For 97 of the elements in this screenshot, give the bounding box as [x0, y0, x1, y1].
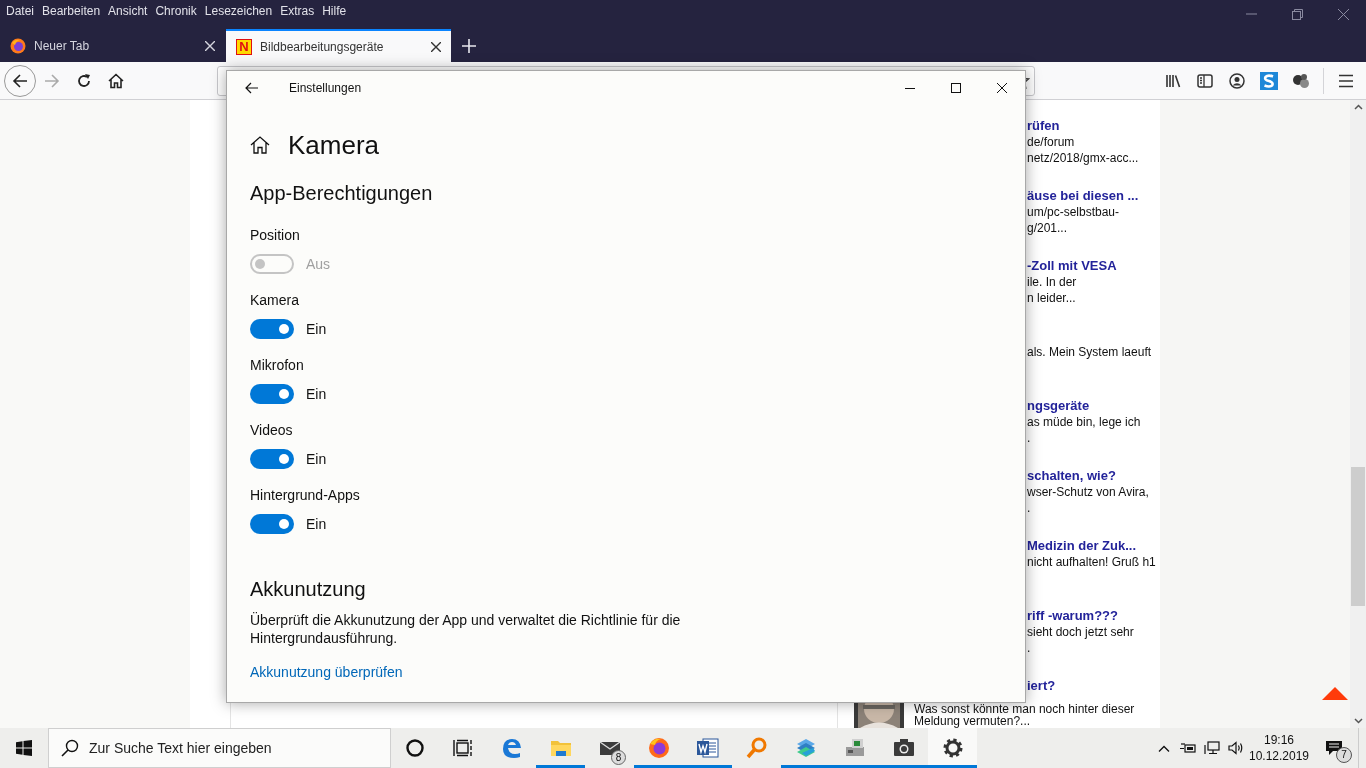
toggle-label: Hintergrund-Apps: [250, 486, 361, 505]
post-excerpt: .: [1027, 500, 1032, 516]
search-field[interactable]: Zur Suche Text hier eingeben: [48, 728, 391, 768]
count-badge: 8: [611, 750, 626, 765]
close-icon: [997, 83, 1007, 93]
scroll-up-icon[interactable]: [1353, 104, 1363, 110]
maximize-icon: [951, 83, 961, 93]
document-icon: [695, 736, 720, 760]
post-excerpt: g/201...: [1027, 220, 1069, 236]
library-icon: [1165, 72, 1181, 89]
battery-link[interactable]: Akkunutzung überprüfen: [250, 662, 403, 682]
clock[interactable]: 19:16 10.12.2019: [1248, 728, 1310, 768]
forward-arrow-icon: [44, 72, 60, 89]
back-arrow-icon: [244, 82, 258, 94]
menu-item[interactable]: Chronik: [151, 0, 201, 22]
post-title-link[interactable]: riff -warum???: [1027, 607, 1159, 624]
close-icon[interactable]: [431, 41, 441, 52]
post-excerpt: nicht aufhalten! Gruß h1: [1027, 554, 1157, 570]
plus-icon: [462, 39, 476, 53]
post-excerpt: ile. In der: [1027, 274, 1078, 290]
toggle-label: Position: [250, 226, 301, 245]
taskbar-app[interactable]: 8: [585, 728, 634, 768]
circle-icon: [406, 739, 424, 757]
menu-item[interactable]: Extras: [276, 0, 319, 22]
post-title-link[interactable]: ngsgeräte: [1027, 397, 1159, 414]
favicon-icon: N: [236, 38, 252, 55]
post-title-link[interactable]: -Zoll mit VESA: [1027, 257, 1159, 274]
post-title-link[interactable]: rüfen: [1027, 117, 1159, 134]
toggle-switch[interactable]: [250, 384, 294, 404]
account-icon: [1229, 72, 1245, 89]
home-icon: [108, 72, 124, 89]
menu-item[interactable]: Lesezeichen: [200, 0, 277, 22]
description-text: Überprüft die Akkunutzung der App und verwaltet die Richtlinie für die Hintergrundausführung.: [250, 611, 682, 647]
scrollbar-thumb[interactable]: [1351, 467, 1365, 606]
browser-tab[interactable]: Neuer Tab: [0, 29, 225, 62]
post-title-link[interactable]: iert?: [1027, 677, 1159, 694]
task-view-icon: [453, 739, 473, 757]
menu-item[interactable]: Hilfe: [318, 0, 351, 22]
toggle-switch[interactable]: [250, 449, 294, 469]
taskbar-app[interactable]: [928, 728, 977, 768]
minimize-icon: [1245, 13, 1257, 15]
search-icon: [61, 739, 79, 757]
reload-icon: [76, 72, 92, 89]
post-excerpt: de/forum: [1027, 134, 1076, 150]
post-title-link[interactable]: schalten, wie?: [1027, 467, 1159, 484]
post-excerpt: Meldung vermuten?...: [914, 715, 1032, 727]
power-plug-icon: [1180, 742, 1196, 754]
scroll-to-top-icon[interactable]: [1322, 687, 1348, 701]
menu-item[interactable]: Bearbeiten: [38, 0, 105, 22]
network-icon: [1204, 741, 1220, 755]
toggle-switch[interactable]: [250, 319, 294, 339]
toggle-label: Mikrofon: [250, 356, 305, 375]
magnifier-icon: [744, 736, 769, 760]
extension-icon: [1260, 71, 1278, 90]
firefox-icon: [646, 736, 671, 760]
post-excerpt: .: [1027, 430, 1032, 446]
firefox-icon: [10, 37, 26, 54]
toggle-state: Ein: [306, 449, 327, 469]
post-excerpt: netz/2018/gmx-acc...: [1027, 150, 1140, 166]
post-excerpt: as müde bin, lege ich: [1027, 414, 1142, 430]
windows-logo-icon: [16, 740, 32, 756]
section-heading: App-Berechtigungen: [250, 181, 434, 206]
toggle-state: Ein: [306, 319, 327, 339]
menu-item[interactable]: Ansicht: [104, 0, 152, 22]
post-excerpt: als. Mein System laeuft: [1027, 344, 1153, 360]
caret-up-icon: [1158, 744, 1170, 752]
post-excerpt: .: [1027, 640, 1032, 656]
home-icon[interactable]: [250, 136, 270, 154]
toggle-label: Videos: [250, 421, 294, 440]
menu-item[interactable]: Datei: [2, 0, 38, 22]
count-badge: 7: [1336, 747, 1352, 763]
restore-icon: [1291, 8, 1303, 20]
post-excerpt: Was sonst könnte man noch hinter dieser: [914, 703, 1135, 715]
browser-tab[interactable]: N Bildbearbeitungsgeräte: [226, 29, 451, 62]
close-icon: [1337, 8, 1349, 20]
post-title-link[interactable]: Medizin der Zuk...: [1027, 537, 1159, 554]
toggle-state: Ein: [306, 514, 327, 534]
post-excerpt: um/pc-selbstbau-: [1027, 204, 1121, 220]
back-arrow-icon: [12, 72, 28, 89]
post-title-link[interactable]: äuse bei diesen ...: [1027, 187, 1159, 204]
minimize-icon: [905, 87, 915, 89]
toggle-switch[interactable]: [250, 514, 294, 534]
toggle-state: Ein: [306, 384, 327, 404]
page-heading: Kamera: [288, 128, 380, 162]
post-excerpt: n leider...: [1027, 290, 1077, 306]
post-excerpt: sieht doch jetzt sehr: [1027, 624, 1135, 640]
balls-icon: [1292, 71, 1310, 90]
window-title: Einstellungen: [289, 80, 362, 97]
toggle-state: Aus: [306, 254, 331, 274]
toggle-label: Kamera: [250, 291, 301, 310]
section-heading: Akkunutzung: [250, 577, 367, 602]
speaker-icon: [1228, 741, 1244, 755]
menu-icon: [1338, 73, 1354, 88]
notification-button[interactable]: 7: [1310, 728, 1358, 768]
sidebar-icon: [1197, 72, 1213, 89]
post-excerpt: wser-Schutz von Avira,: [1027, 484, 1150, 500]
scroll-down-icon[interactable]: [1353, 718, 1363, 724]
